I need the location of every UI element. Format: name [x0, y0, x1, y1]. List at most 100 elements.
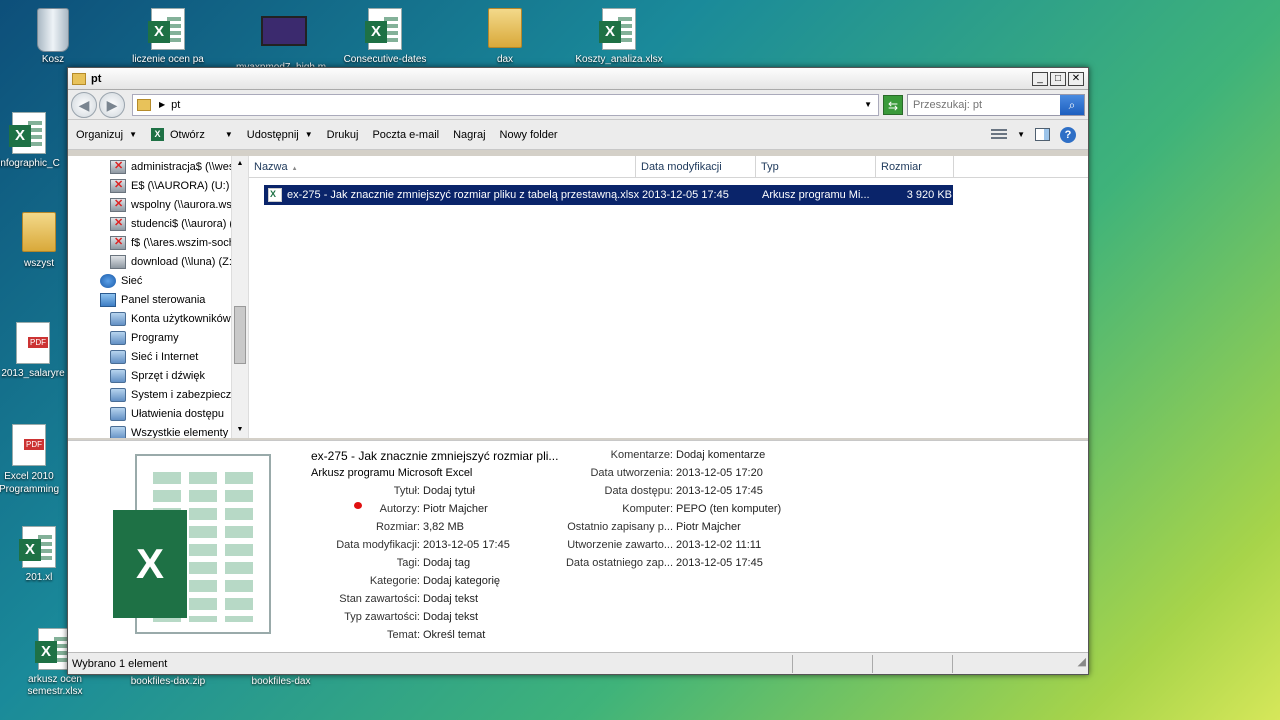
desktop-icon-file[interactable]: X liczenie ocen pa	[123, 8, 213, 65]
nav-item-all-items[interactable]: Wszystkie elementy P	[68, 423, 248, 438]
close-button[interactable]: ✕	[1068, 71, 1084, 86]
desktop-icon-shortcut[interactable]: Excel 2010 Programming	[0, 424, 68, 496]
details-properties-left: Tytuł: Dodaj tytuł Autorzy: Piotr Majcher …	[311, 485, 510, 647]
nav-scrollbar[interactable]: ▲ ▼	[231, 156, 248, 438]
email-button[interactable]: Poczta e-mail	[372, 129, 439, 141]
details-file-type: Arkusz programu Microsoft Excel	[311, 467, 473, 479]
window-title: pt	[91, 72, 102, 85]
nav-item-network-internet[interactable]: Sieć i Internet	[68, 347, 248, 366]
minimize-button[interactable]: _	[1032, 71, 1048, 86]
scroll-up-icon[interactable]: ▲	[232, 156, 248, 172]
nav-item-hardware-sound[interactable]: Sprzęt i dźwięk	[68, 366, 248, 385]
desktop-icon-file[interactable]: X 201.xl	[10, 526, 68, 583]
property-row[interactable]: Kategorie: Dodaj kategorię	[311, 575, 510, 593]
nav-item-drive[interactable]: wspolny (\\aurora.ws	[68, 195, 248, 214]
property-key: Autorzy:	[379, 503, 420, 515]
desktop-icon-folder[interactable]: dax	[460, 8, 550, 65]
view-options-icon[interactable]	[991, 128, 1008, 141]
print-button[interactable]: Drukuj	[327, 129, 359, 141]
nav-item-programs[interactable]: Programy	[68, 328, 248, 347]
property-row[interactable]: Data modyfikacji: 2013-12-05 17:45	[311, 539, 510, 557]
desktop-icon-file[interactable]: myaxpmod7_high.mp4	[236, 8, 326, 73]
nav-item-network[interactable]: Sieć	[68, 271, 248, 290]
nav-item-control-panel[interactable]: Panel sterowania	[68, 290, 248, 309]
desktop-icon-file[interactable]: 2013_salaryre	[0, 322, 68, 379]
property-value: 2013-12-05 17:20	[676, 467, 763, 479]
desktop-icon-zip[interactable]: bookfiles-dax.zip	[123, 676, 213, 687]
property-row[interactable]: Data ostatniego zap... 2013-12-05 17:45	[558, 557, 781, 575]
nav-item-system-security[interactable]: System i zabezpiecze	[68, 385, 248, 404]
user-accounts-icon	[110, 311, 126, 326]
property-row[interactable]: Data dostępu: 2013-12-05 17:45	[558, 485, 781, 503]
nav-item-drive[interactable]: administracja$ (\\wes	[68, 157, 248, 176]
nav-item-drive[interactable]: download (\\luna) (Z:	[68, 252, 248, 271]
address-field[interactable]: ▶ pt ▼	[132, 93, 879, 116]
breadcrumb-separator-icon[interactable]: ▶	[159, 100, 165, 109]
search-input[interactable]	[908, 94, 1060, 115]
column-header-size[interactable]: Rozmiar	[876, 156, 954, 178]
chevron-down-icon[interactable]: ▼	[225, 130, 233, 139]
nav-item-drive[interactable]: E$ (\\AURORA) (U:)	[68, 176, 248, 195]
forward-button[interactable]: ▶	[99, 91, 125, 118]
network-internet-icon	[110, 349, 126, 364]
desktop-icon-file[interactable]: X Koszty_analiza.xlsx	[574, 8, 664, 65]
property-row[interactable]: Rozmiar: 3,82 MB	[311, 521, 510, 539]
open-label: Otwórz	[170, 128, 205, 141]
maximize-button[interactable]: □	[1050, 71, 1066, 86]
search-icon[interactable]: ⌕	[1060, 94, 1084, 115]
property-row[interactable]: Tagi: Dodaj tag	[311, 557, 510, 575]
desktop-icon-folder[interactable]: wszyst	[10, 212, 68, 269]
address-history-dropdown-icon[interactable]: ▼	[864, 100, 872, 109]
property-key: Typ zawartości:	[344, 611, 420, 623]
property-row[interactable]: Utworzenie zawarto... 2013-12-02 11:11	[558, 539, 781, 557]
new-folder-button[interactable]: Nowy folder	[500, 129, 558, 141]
organize-button[interactable]: Organizuj ▼	[76, 129, 137, 141]
property-row[interactable]: Temat: Określ temat	[311, 629, 510, 647]
search-box: ⌕	[907, 93, 1085, 116]
property-row[interactable]: Stan zawartości: Dodaj tekst	[311, 593, 510, 611]
desktop-icon-folder[interactable]: bookfiles-dax	[236, 676, 326, 687]
scroll-thumb[interactable]	[234, 306, 246, 364]
nav-item-user-accounts[interactable]: Konta użytkowników	[68, 309, 248, 328]
property-row[interactable]: Typ zawartości: Dodaj tekst	[311, 611, 510, 629]
property-key: Temat:	[386, 629, 420, 641]
help-icon[interactable]: ?	[1060, 126, 1076, 143]
navigation-pane: administracja$ (\\wes E$ (\\AURORA) (U:)…	[68, 156, 249, 438]
property-key: Tagi:	[396, 557, 420, 569]
nav-item-accessibility[interactable]: Ułatwienia dostępu	[68, 404, 248, 423]
details-subtitle: Arkusz programu Microsoft Excel	[311, 467, 558, 485]
desktop-icon-file[interactable]: X infographic_C	[0, 112, 68, 169]
column-header-type[interactable]: Typ	[756, 156, 876, 178]
property-key: Rozmiar:	[375, 521, 420, 533]
share-button[interactable]: Udostępnij ▼	[247, 129, 313, 141]
property-row[interactable]: Ostatnio zapisany p... Piotr Majcher	[558, 521, 781, 539]
nav-item-drive[interactable]: studenci$ (\\aurora) (	[68, 214, 248, 233]
burn-button[interactable]: Nagraj	[453, 129, 485, 141]
property-row[interactable]: Tytuł: Dodaj tytuł	[311, 485, 510, 503]
file-row-selected[interactable]: ex-275 - Jak znacznie zmniejszyć rozmiar…	[264, 185, 953, 205]
status-section	[872, 654, 952, 673]
property-row[interactable]: Komentarze: Dodaj komentarze	[558, 449, 781, 467]
resize-grip-icon[interactable]: ◢	[952, 654, 1088, 673]
property-row[interactable]: Komputer: PEPO (ten komputer)	[558, 503, 781, 521]
command-bar: Organizuj ▼ X Otwórz ▼ Udostępnij ▼ Drukuj P…	[68, 120, 1088, 150]
title-bar[interactable]: pt _ □ ✕	[68, 68, 1088, 90]
scroll-down-icon[interactable]: ▼	[232, 422, 248, 438]
organize-label: Organizuj	[76, 128, 124, 141]
column-header-name[interactable]: Nazwa ▲	[249, 156, 636, 178]
back-button[interactable]: ◀	[71, 91, 97, 118]
video-file-icon	[261, 16, 307, 46]
file-type: Arkusz programu Mi...	[762, 189, 870, 201]
property-row[interactable]: Data utworzenia: 2013-12-05 17:20	[558, 467, 781, 485]
desktop-icon-file[interactable]: X Consecutive-dates	[340, 8, 430, 65]
column-header-row: Nazwa ▲ Data modyfikacji Typ Rozmiar	[249, 156, 1088, 178]
preview-pane-icon[interactable]	[1035, 128, 1050, 141]
property-row[interactable]: Autorzy: Piotr Majcher	[311, 503, 510, 521]
chevron-down-icon[interactable]: ▼	[1017, 130, 1025, 139]
breadcrumb-item[interactable]: pt	[171, 99, 180, 111]
nav-item-drive[interactable]: f$ (\\ares.wszim-soch	[68, 233, 248, 252]
column-header-modified[interactable]: Data modyfikacji	[636, 156, 756, 178]
open-button[interactable]: X Otwórz ▼	[151, 128, 233, 141]
refresh-icon[interactable]: ⇆	[883, 94, 903, 115]
desktop-icon-recycle-bin[interactable]: Kosz	[8, 8, 98, 65]
